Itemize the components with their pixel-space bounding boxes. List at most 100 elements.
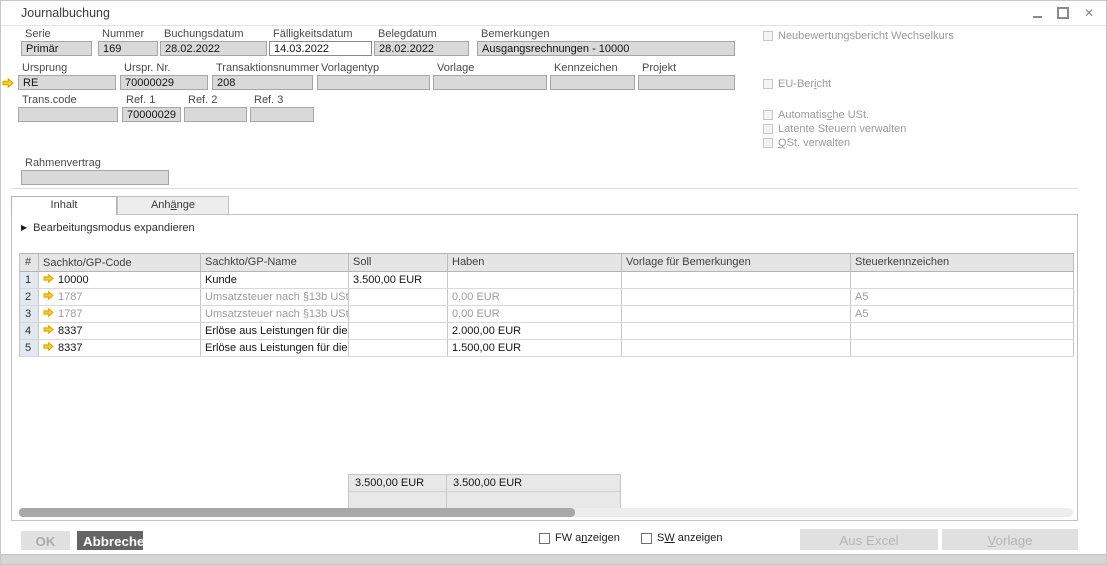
row-number-cell[interactable]: 5 bbox=[20, 340, 39, 356]
maximize-icon[interactable] bbox=[1057, 7, 1069, 19]
vorlage-bemerkungen-cell[interactable] bbox=[622, 289, 851, 305]
qst-verwalten-checkbox bbox=[763, 138, 773, 148]
fw-anzeigen-option[interactable]: FW anzeigen bbox=[539, 532, 620, 544]
fw-anzeigen-label: FW anzeigen bbox=[555, 532, 620, 544]
name-cell[interactable]: Umsatzsteuer nach §13b UStG ... bbox=[201, 289, 349, 305]
table-row[interactable]: 5 8337 Erlöse aus Leistungen für die de.… bbox=[20, 340, 1074, 357]
soll-cell[interactable]: 3.500,00 EUR bbox=[349, 272, 448, 288]
sw-anzeigen-option[interactable]: SW anzeigen bbox=[641, 532, 722, 544]
soll-cell[interactable] bbox=[349, 323, 448, 339]
tab-inhalt[interactable]: Inhalt bbox=[11, 196, 117, 215]
soll-cell[interactable] bbox=[349, 289, 448, 305]
vorlage-field-group: Vorlage bbox=[433, 62, 547, 90]
col-haben-header: Haben bbox=[448, 254, 622, 271]
name-cell[interactable]: Erlöse aus Leistungen für die de... bbox=[201, 340, 349, 356]
abbrechen-button[interactable]: Abbrechen bbox=[77, 531, 143, 550]
steuerkennzeichen-cell[interactable] bbox=[851, 272, 1074, 288]
ref2-label: Ref. 2 bbox=[184, 94, 247, 106]
rahmenvertrag-field-group: Rahmenvertrag bbox=[21, 157, 169, 185]
code-cell[interactable]: 1787 bbox=[39, 306, 201, 322]
link-arrow-icon[interactable] bbox=[43, 325, 54, 337]
steuerkennzeichen-cell[interactable]: A5 bbox=[851, 306, 1074, 322]
journal-lines-table: # Sachkto/GP-Code Sachkto/GP-Name Soll H… bbox=[19, 253, 1074, 357]
neubewertung-option: Neubewertungsbericht Wechselkurs bbox=[763, 30, 954, 42]
name-cell[interactable]: Umsatzsteuer nach §13b UStG ... bbox=[201, 306, 349, 322]
row-number-cell[interactable]: 2 bbox=[20, 289, 39, 305]
vorlagentyp-field-group: Vorlagentyp bbox=[317, 62, 430, 90]
table-row[interactable]: 3 1787 Umsatzsteuer nach §13b UStG ... 0… bbox=[20, 306, 1074, 323]
tab-anhaenge[interactable]: Anhänge bbox=[117, 196, 229, 214]
transaktionsnummer-label: Transaktionsnummer bbox=[212, 62, 319, 74]
eu-bericht-checkbox bbox=[763, 79, 773, 89]
link-arrow-icon[interactable] bbox=[43, 342, 54, 354]
vorlage-bemerkungen-cell[interactable] bbox=[622, 340, 851, 356]
soll-cell[interactable] bbox=[349, 340, 448, 356]
steuerkennzeichen-cell[interactable] bbox=[851, 323, 1074, 339]
row-number-cell[interactable]: 3 bbox=[20, 306, 39, 322]
edit-mode-expander[interactable]: ▶ Bearbeitungsmodus expandieren bbox=[21, 222, 195, 234]
faelligkeitsdatum-field[interactable]: 14.03.2022 bbox=[269, 41, 372, 56]
haben-cell[interactable]: 0,00 EUR bbox=[448, 306, 622, 322]
haben-cell[interactable]: 2.000,00 EUR bbox=[448, 323, 622, 339]
ursprung-field-group: Ursprung RE bbox=[18, 62, 116, 90]
projekt-field-group: Projekt bbox=[638, 62, 735, 90]
link-arrow-icon[interactable] bbox=[43, 274, 54, 286]
table-row[interactable]: 1 10000 Kunde 3.500,00 EUR bbox=[20, 272, 1074, 289]
urspr-nr-field: 70000029 bbox=[120, 75, 208, 90]
haben-cell[interactable]: 1.500,00 EUR bbox=[448, 340, 622, 356]
code-cell[interactable]: 8337 bbox=[39, 323, 201, 339]
qst-verwalten-label: QSt. verwalten bbox=[778, 137, 850, 149]
steuerkennzeichen-cell[interactable] bbox=[851, 340, 1074, 356]
window-bottom-strip bbox=[1, 554, 1106, 564]
link-arrow-icon[interactable] bbox=[43, 308, 54, 320]
table-header-row: # Sachkto/GP-Code Sachkto/GP-Name Soll H… bbox=[20, 253, 1074, 272]
col-vorlage-bemerkungen-header: Vorlage für Bemerkungen bbox=[622, 254, 851, 271]
haben-cell[interactable]: 0,00 EUR bbox=[448, 289, 622, 305]
transaktionsnummer-field-group: Transaktionsnummer 208 bbox=[212, 62, 319, 90]
col-name-header: Sachkto/GP-Name bbox=[201, 254, 349, 271]
row-number-cell[interactable]: 1 bbox=[20, 272, 39, 288]
trans-code-field bbox=[18, 107, 118, 122]
vorlage-bemerkungen-cell[interactable] bbox=[622, 272, 851, 288]
neubewertung-checkbox bbox=[763, 31, 773, 41]
projekt-field bbox=[638, 75, 735, 90]
title-bar: Journalbuchung ✕ bbox=[1, 1, 1106, 26]
col-code-header: Sachkto/GP-Code bbox=[39, 254, 201, 271]
name-cell[interactable]: Erlöse aus Leistungen für die de... bbox=[201, 323, 349, 339]
name-cell[interactable]: Kunde bbox=[201, 272, 349, 288]
minimize-icon[interactable] bbox=[1033, 16, 1042, 18]
totals-soll: 3.500,00 EUR bbox=[349, 475, 447, 491]
fw-anzeigen-checkbox[interactable] bbox=[539, 533, 550, 544]
ref2-field-group: Ref. 2 bbox=[184, 94, 247, 122]
close-icon[interactable]: ✕ bbox=[1084, 8, 1094, 19]
kennzeichen-label: Kennzeichen bbox=[550, 62, 635, 74]
latente-steuern-checkbox bbox=[763, 124, 773, 134]
faelligkeitsdatum-field-group: Fälligkeitsdatum 14.03.2022 bbox=[269, 28, 372, 56]
scrollbar-thumb[interactable] bbox=[19, 508, 575, 517]
ursprung-label: Ursprung bbox=[18, 62, 116, 74]
sw-anzeigen-checkbox[interactable] bbox=[641, 533, 652, 544]
horizontal-scrollbar[interactable] bbox=[19, 508, 1073, 517]
link-arrow-icon[interactable] bbox=[43, 291, 54, 303]
table-row[interactable]: 2 1787 Umsatzsteuer nach §13b UStG ... 0… bbox=[20, 289, 1074, 306]
ursprung-link-arrow-icon[interactable] bbox=[2, 78, 14, 91]
bemerkungen-field-group: Bemerkungen Ausgangsrechnungen - 10000 bbox=[477, 28, 735, 56]
haben-cell[interactable] bbox=[448, 272, 622, 288]
journal-entry-window: Journalbuchung ✕ Serie Primär Nummer 169… bbox=[0, 0, 1107, 565]
code-cell[interactable]: 10000 bbox=[39, 272, 201, 288]
automatische-ust-option: Automatische USt. bbox=[763, 109, 869, 121]
soll-cell[interactable] bbox=[349, 306, 448, 322]
steuerkennzeichen-cell[interactable]: A5 bbox=[851, 289, 1074, 305]
vorlage-bemerkungen-cell[interactable] bbox=[622, 323, 851, 339]
aus-excel-importieren-button: Aus Excel importieren bbox=[800, 529, 938, 550]
ref3-field-group: Ref. 3 bbox=[250, 94, 314, 122]
row-number-cell[interactable]: 4 bbox=[20, 323, 39, 339]
col-steuerkennzeichen-header: Steuerkennzeichen bbox=[851, 254, 1074, 271]
totals-haben-row2 bbox=[447, 492, 620, 508]
projekt-label: Projekt bbox=[638, 62, 735, 74]
kennzeichen-field-group: Kennzeichen bbox=[550, 62, 635, 90]
code-cell[interactable]: 8337 bbox=[39, 340, 201, 356]
code-cell[interactable]: 1787 bbox=[39, 289, 201, 305]
vorlage-bemerkungen-cell[interactable] bbox=[622, 306, 851, 322]
table-row[interactable]: 4 8337 Erlöse aus Leistungen für die de.… bbox=[20, 323, 1074, 340]
